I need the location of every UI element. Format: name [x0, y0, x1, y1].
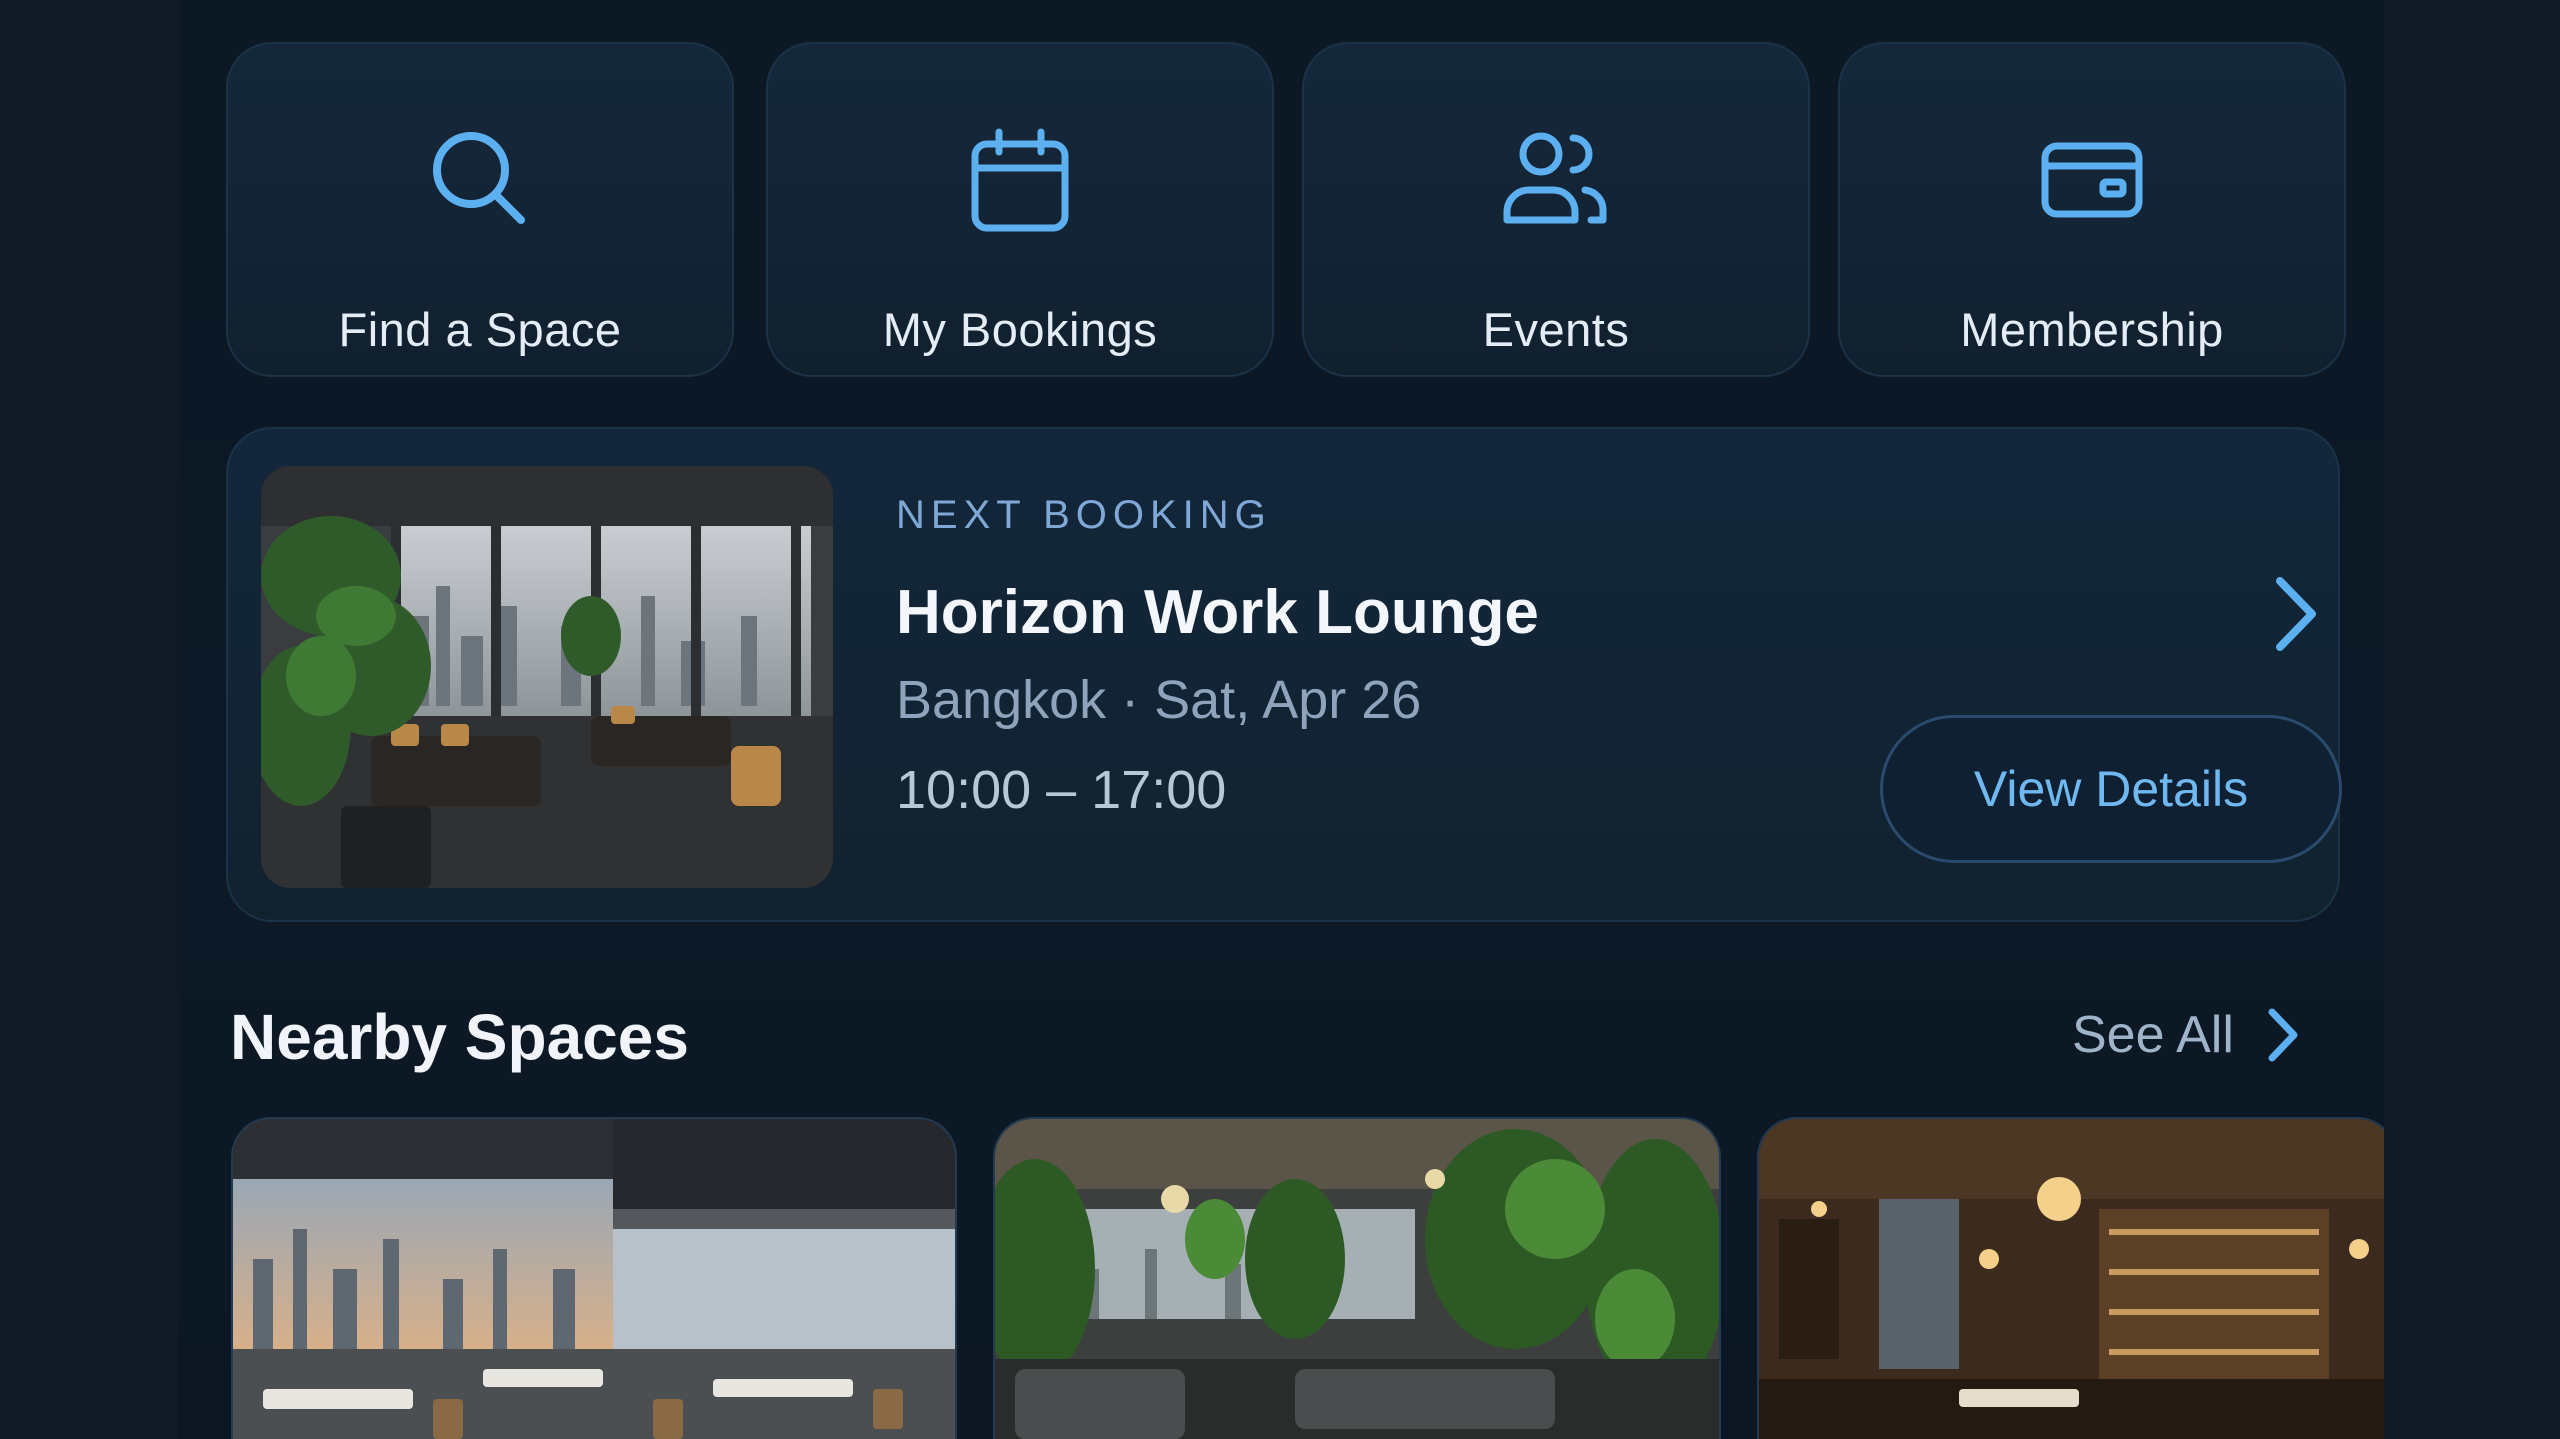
my-bookings-label: My Bookings [882, 303, 1158, 356]
next-booking-card[interactable]: NEXT BOOKING Horizon Work Lounge Bangkok… [226, 427, 2342, 922]
calendar-icon [965, 124, 1075, 234]
find-space-label: Find a Space [338, 303, 622, 356]
see-all-link[interactable]: See All [2072, 1000, 2302, 1070]
view-details-button[interactable]: View Details [1880, 715, 2342, 863]
credit-card-icon [2037, 124, 2147, 234]
my-bookings-tile[interactable]: My Bookings [766, 42, 1274, 377]
nearby-space-photo [233, 1119, 955, 1439]
booking-venue-title: Horizon Work Lounge [896, 578, 1539, 647]
booking-location-date: Bangkok · Sat, Apr 26 [896, 670, 1422, 730]
app-screen: Find a Space My Bookings Events Membersh… [178, 0, 2384, 1439]
membership-tile[interactable]: Membership [1838, 42, 2346, 377]
membership-label: Membership [1960, 303, 2224, 356]
see-all-label: See All [2072, 1006, 2234, 1064]
events-tile[interactable]: Events [1302, 42, 1810, 377]
search-icon [425, 124, 535, 234]
nearby-space-photo [995, 1119, 1719, 1439]
users-icon [1501, 124, 1611, 234]
nearby-space-card[interactable] [993, 1117, 1721, 1439]
chevron-right-icon[interactable] [2264, 569, 2324, 659]
booking-time-range: 10:00 – 17:00 [896, 760, 1227, 820]
find-space-tile[interactable]: Find a Space [226, 42, 734, 377]
next-booking-eyebrow: NEXT BOOKING [896, 493, 1272, 537]
chevron-right-icon [2268, 1008, 2298, 1062]
nearby-spaces-title: Nearby Spaces [230, 1001, 689, 1073]
booking-venue-photo [261, 466, 833, 888]
nearby-space-card[interactable] [231, 1117, 957, 1439]
events-label: Events [1482, 303, 1630, 356]
nearby-space-photo [1759, 1119, 2384, 1439]
nearby-space-card[interactable] [1757, 1117, 2384, 1439]
